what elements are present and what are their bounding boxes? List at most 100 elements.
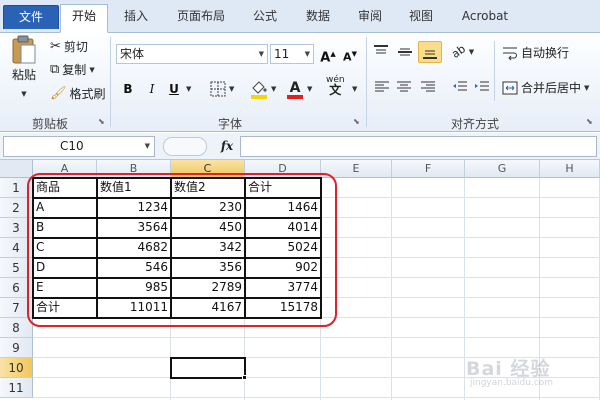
- grow-font-icon: A: [320, 50, 331, 66]
- copy-button[interactable]: ⧉ 复制 ▼: [50, 61, 95, 79]
- name-box[interactable]: C10 ▼: [3, 136, 155, 157]
- dialog-launcher-icon[interactable]: ⬊: [353, 117, 360, 127]
- shrink-font-button[interactable]: A▼: [340, 44, 360, 64]
- chevron-down-icon: ▼: [258, 50, 264, 58]
- chevron-down-icon: ▼: [21, 90, 27, 98]
- row-header[interactable]: 9: [0, 338, 33, 358]
- tab-acrobat[interactable]: Acrobat: [455, 5, 515, 29]
- orientation-icon: ab: [449, 42, 468, 61]
- bold-icon: B: [123, 82, 133, 96]
- italic-icon: I: [149, 82, 155, 96]
- select-all-corner[interactable]: [0, 160, 33, 178]
- column-header[interactable]: H: [540, 160, 600, 178]
- shrink-font-icon: A: [343, 50, 352, 64]
- font-name-select[interactable]: 宋体 ▼: [116, 44, 268, 64]
- wrap-text-icon: [503, 47, 517, 61]
- font-color-icon: A: [287, 80, 303, 99]
- cut-label: 剪切: [63, 40, 88, 54]
- cut-button[interactable]: ✂ 剪切: [50, 38, 88, 56]
- tab-view[interactable]: 视图: [401, 5, 441, 29]
- align-bottom-button[interactable]: [418, 41, 442, 63]
- increase-indent-icon: [475, 81, 489, 91]
- format-painter-label: 格式刷: [69, 87, 106, 101]
- wrap-text-button[interactable]: 自动换行: [502, 44, 569, 62]
- tab-data[interactable]: 数据: [298, 5, 338, 29]
- ribbon-tab-bar: 文件 开始 插入 页面布局 公式 数据 审阅 视图 Acrobat: [0, 0, 600, 33]
- align-left-button[interactable]: [374, 79, 390, 95]
- orientation-button[interactable]: ab ▼: [449, 42, 475, 61]
- italic-button[interactable]: I: [142, 79, 162, 99]
- group-divider: [494, 41, 495, 101]
- tab-formulas[interactable]: 公式: [244, 5, 286, 29]
- grow-font-button[interactable]: A▲: [318, 44, 338, 66]
- tab-review[interactable]: 审阅: [350, 5, 390, 29]
- tab-home[interactable]: 开始: [60, 4, 108, 33]
- chevron-down-icon: ▼: [89, 66, 95, 74]
- tab-insert[interactable]: 插入: [116, 5, 156, 29]
- align-middle-button[interactable]: [396, 43, 414, 61]
- watermark-url: jingyan.baidu.com: [470, 378, 554, 388]
- chevron-down-icon: ▼: [186, 85, 192, 93]
- ribbon-home: 粘贴 ▼ ✂ 剪切 ⧉ 复制 ▼ 🖌 格式刷 剪贴板 ⬊ 宋体 ▼ 11 ▼ A…: [0, 33, 600, 132]
- highlight-oval: [27, 173, 337, 327]
- underline-dropdown[interactable]: ▼: [186, 80, 191, 98]
- phonetic-guide-button[interactable]: wén 文: [326, 75, 345, 97]
- font-name-value: 宋体: [120, 47, 145, 61]
- underline-button[interactable]: U: [164, 79, 184, 99]
- watermark-logo: Bai 经验: [466, 358, 551, 380]
- wrap-text-label: 自动换行: [521, 46, 570, 60]
- chevron-down-icon: ▼: [584, 84, 590, 92]
- merge-center-button[interactable]: 合并后居中 ▼: [502, 79, 589, 97]
- chevron-down-icon: ▼: [307, 85, 313, 93]
- align-top-icon: [374, 45, 388, 54]
- phonetic-dropdown[interactable]: ▼: [352, 80, 357, 98]
- paste-label: 粘贴: [11, 68, 36, 82]
- align-bottom-icon: [423, 50, 437, 59]
- font-size-select[interactable]: 11 ▼: [270, 44, 314, 64]
- row-header[interactable]: 11: [0, 378, 33, 398]
- clipboard-icon: [12, 35, 36, 64]
- group-divider: [366, 37, 367, 127]
- gridline: [391, 178, 392, 400]
- chevron-down-icon: ▼: [229, 85, 235, 93]
- formula-bar-splitter[interactable]: [163, 137, 207, 156]
- font-color-button[interactable]: A ▼: [286, 79, 312, 99]
- bold-button[interactable]: B: [118, 79, 138, 99]
- align-center-button[interactable]: [396, 79, 412, 95]
- row-header[interactable]: 10: [0, 358, 33, 378]
- chevron-down-icon: ▼: [468, 48, 475, 56]
- chevron-down-icon: ▼: [352, 85, 358, 93]
- clipboard-group-label: 剪贴板: [31, 117, 68, 131]
- increase-indent-button[interactable]: [474, 79, 490, 95]
- chevron-down-icon: ▼: [271, 85, 277, 93]
- format-painter-button[interactable]: 🖌 格式刷: [50, 85, 106, 103]
- gridline: [33, 337, 600, 338]
- paste-button[interactable]: 粘贴 ▼: [6, 35, 42, 103]
- decrease-indent-button[interactable]: [452, 79, 468, 95]
- tab-page-layout[interactable]: 页面布局: [167, 5, 235, 29]
- tab-file[interactable]: 文件: [3, 5, 59, 29]
- font-group-label: 字体: [217, 117, 242, 131]
- dialog-launcher-icon[interactable]: ⬊: [586, 117, 593, 127]
- font-size-value: 11: [274, 47, 290, 61]
- align-right-button[interactable]: [420, 79, 436, 95]
- borders-button[interactable]: ▼: [210, 80, 234, 98]
- name-box-value: C10: [60, 139, 84, 153]
- gridline: [33, 397, 600, 398]
- column-header[interactable]: F: [392, 160, 465, 178]
- insert-function-button[interactable]: fx: [215, 137, 239, 156]
- decrease-indent-icon: [453, 81, 467, 91]
- copy-icon: ⧉: [50, 62, 60, 77]
- align-left-icon: [375, 81, 389, 92]
- phonetic-icon: 文: [329, 83, 342, 97]
- column-header[interactable]: G: [465, 160, 540, 178]
- dialog-launcher-icon[interactable]: ⬊: [98, 117, 105, 127]
- align-top-button[interactable]: [372, 43, 390, 61]
- active-cell-selection[interactable]: [170, 357, 246, 379]
- fill-handle[interactable]: [242, 375, 247, 380]
- formula-bar: C10 ▼ fx: [0, 133, 600, 160]
- scissors-icon: ✂: [50, 39, 61, 54]
- formula-input[interactable]: [240, 136, 597, 157]
- fill-color-button[interactable]: ▼: [250, 79, 276, 99]
- fill-bucket-icon: [251, 81, 267, 99]
